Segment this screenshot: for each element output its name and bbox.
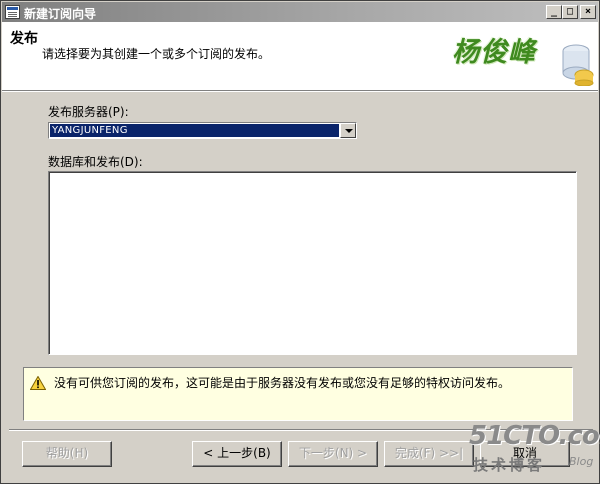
header-logo: 杨俊峰 xyxy=(442,24,598,88)
logo-text: 杨俊峰 xyxy=(452,37,536,68)
server-label: 发布服务器(P): xyxy=(48,105,129,119)
info-message-box: 没有可供您订阅的发布，这可能是由于服务器没有发布或您没有足够的特权访问发布。 xyxy=(23,367,573,421)
db-publication-list[interactable] xyxy=(48,171,577,355)
server-select-value: YANGJUNFENG xyxy=(52,125,128,136)
server-select[interactable]: YANGJUNFENG xyxy=(48,122,357,139)
page-subtitle: 请选择要为其创建一个或多个订阅的发布。 xyxy=(42,47,271,61)
database-icon xyxy=(562,44,594,86)
watermark-main: 51CTO.com xyxy=(469,421,600,451)
app-icon xyxy=(5,5,20,19)
minimize-button[interactable]: _ xyxy=(546,5,562,19)
title-bar[interactable]: 新建订阅向导 _ □ × xyxy=(2,2,598,22)
close-button[interactable]: × xyxy=(580,5,596,19)
next-button[interactable]: 下一步(N) > xyxy=(288,441,378,467)
wizard-header: 发布 请选择要为其创建一个或多个订阅的发布。 杨俊峰 xyxy=(2,22,598,92)
maximize-button[interactable]: □ xyxy=(562,5,578,19)
finish-button[interactable]: 完成(F) >>| xyxy=(384,441,474,467)
watermark: 51CTO.com 技术博客 Blog xyxy=(463,421,600,483)
db-publication-label: 数据库和发布(D): xyxy=(48,155,143,169)
back-button[interactable]: < 上一步(B) xyxy=(192,441,282,467)
warning-icon xyxy=(30,376,46,390)
watermark-sub: 技术博客 xyxy=(473,456,546,474)
page-title: 发布 xyxy=(10,31,38,47)
watermark-blog: Blog xyxy=(569,455,594,468)
chevron-down-icon[interactable] xyxy=(340,123,356,138)
help-button[interactable]: 帮助(H) xyxy=(22,441,112,467)
wizard-window: 新建订阅向导 _ □ × 发布 请选择要为其创建一个或多个订阅的发布。 杨俊峰 … xyxy=(0,0,600,484)
server-select-value-box: YANGJUNFENG xyxy=(50,124,339,137)
info-message-text: 没有可供您订阅的发布，这可能是由于服务器没有发布或您没有足够的特权访问发布。 xyxy=(54,376,511,390)
window-title: 新建订阅向导 xyxy=(24,7,97,21)
